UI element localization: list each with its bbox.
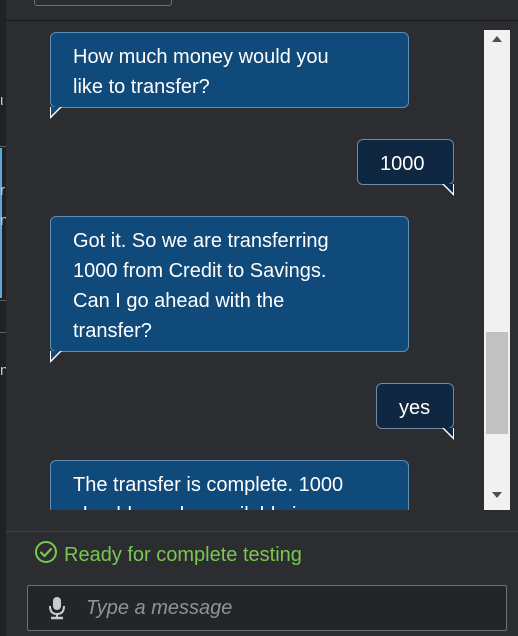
user-message: yes	[376, 383, 454, 440]
bubble-tail	[444, 184, 453, 193]
top-tab[interactable]	[34, 0, 172, 6]
chat-transcript[interactable]: How much money would you like to transfe…	[6, 21, 484, 510]
status-indicator: Ready for complete testing	[34, 541, 302, 569]
message-line: How much money would you	[73, 46, 329, 68]
bot-message: How much money would you like to transfe…	[50, 32, 409, 119]
composer-divider	[6, 531, 518, 532]
message-line: like to transfer?	[73, 76, 210, 98]
microphone-icon[interactable]	[28, 596, 86, 620]
status-text: Ready for complete testing	[64, 543, 302, 566]
message-line: The transfer is complete. 1000	[73, 474, 344, 496]
scroll-thumb[interactable]	[486, 332, 508, 434]
message-line: Can I go ahead with the	[73, 290, 285, 312]
left-edge-text: r	[0, 182, 5, 199]
bubble-tail	[51, 107, 60, 116]
bubble-tail	[51, 351, 60, 360]
scroll-down-arrow-icon[interactable]	[484, 486, 510, 504]
check-circle-icon	[34, 540, 58, 570]
message-line: transfer?	[73, 320, 152, 342]
message-input[interactable]	[86, 586, 506, 630]
user-message: 1000	[357, 139, 454, 196]
message-line: 1000	[380, 153, 425, 175]
bot-message: The transfer is complete. 1000 should no…	[50, 460, 409, 510]
message-line: yes	[399, 397, 431, 419]
chat-scrollbar[interactable]	[484, 30, 510, 510]
bubble-tail	[444, 428, 453, 437]
left-edge-text: ι	[0, 92, 4, 109]
message-line: Got it. So we are transferring	[73, 230, 329, 252]
scroll-up-arrow-icon[interactable]	[484, 30, 510, 48]
message-line: 1000 from Credit to Savings.	[73, 260, 327, 282]
message-line: should now be available in	[73, 500, 386, 510]
bot-message: Got it. So we are transferring 1000 from…	[50, 216, 409, 363]
message-composer[interactable]	[27, 585, 507, 631]
